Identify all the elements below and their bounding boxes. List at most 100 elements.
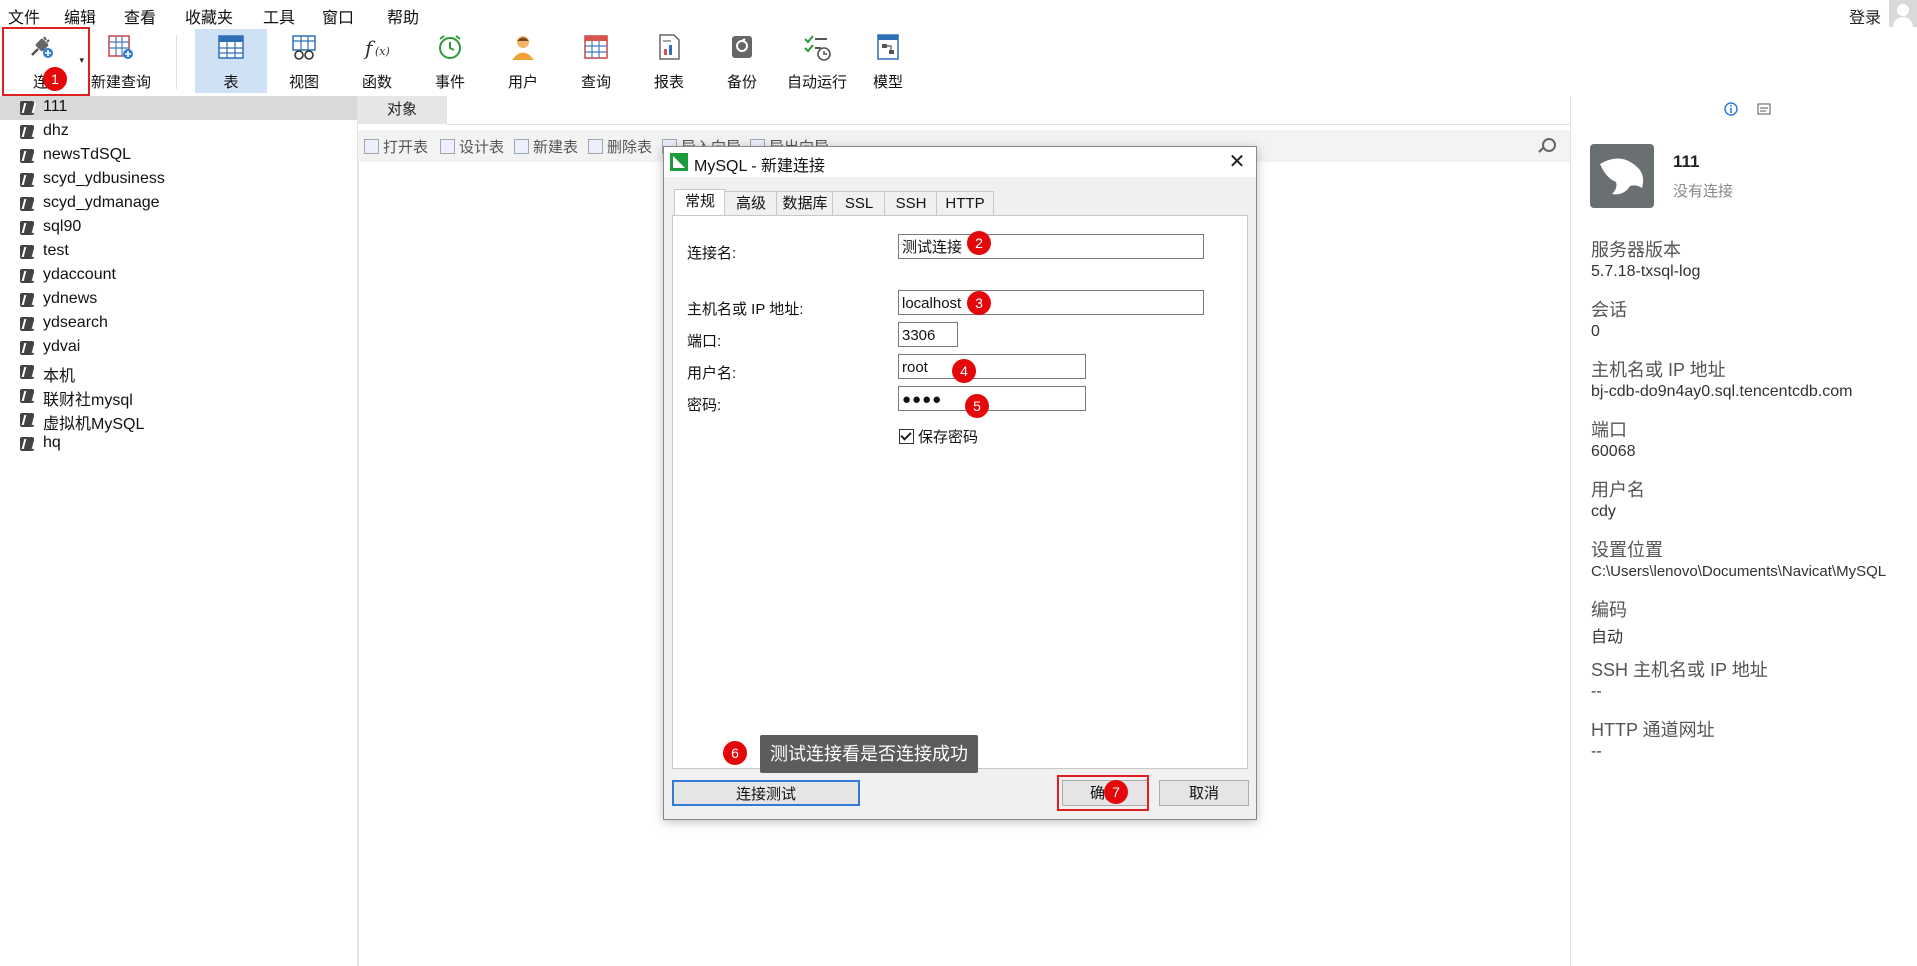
password-field[interactable]: ●●●● [898, 386, 1086, 411]
save-password-label: 保存密码 [918, 429, 979, 446]
menu-view[interactable]: 查看 [124, 4, 156, 28]
port-label: 端口 [1591, 420, 1627, 440]
encoding-label: 编码 [1591, 600, 1627, 620]
info-icon[interactable] [1724, 102, 1738, 116]
host-label: 主机名或 IP 地址 [1591, 360, 1726, 380]
connection-icon [20, 101, 34, 115]
host-value: bj-cdb-do9n4ay0.sql.tencentcdb.com [1591, 383, 1853, 400]
tree-item[interactable]: hq [0, 432, 357, 456]
mysql-dolphin-icon [1590, 144, 1654, 208]
tree-item[interactable]: scyd_ydmanage [0, 192, 357, 216]
table-label: 表 [223, 74, 239, 91]
tab-http[interactable]: HTTP [936, 191, 994, 216]
menu-tools[interactable]: 工具 [263, 4, 295, 28]
login-link[interactable]: 登录 [1849, 4, 1881, 28]
avatar-icon[interactable] [1889, 0, 1917, 28]
new-query-button[interactable]: 新建查询 [86, 29, 156, 93]
tree-item[interactable]: ydsearch [0, 312, 357, 336]
menu-help[interactable]: 帮助 [387, 4, 419, 28]
connection-icon [20, 125, 34, 139]
tree-item[interactable]: dhz [0, 120, 357, 144]
save-password-checkbox[interactable] [899, 429, 914, 444]
report-icon [659, 34, 680, 60]
menu-favorites[interactable]: 收藏夹 [185, 4, 233, 28]
report-button[interactable]: 报表 [633, 29, 705, 93]
menu-file[interactable]: 文件 [8, 4, 40, 28]
tree-item[interactable]: scyd_ydbusiness [0, 168, 357, 192]
model-label: 模型 [872, 74, 903, 91]
model-icon [877, 34, 899, 60]
tab-databases[interactable]: 数据库 [776, 191, 834, 216]
automation-button[interactable]: 自动运行 [779, 29, 855, 93]
tree-item[interactable]: ydaccount [0, 264, 357, 288]
delete-table-icon [588, 139, 603, 154]
query-button[interactable]: 查询 [560, 29, 632, 93]
event-button[interactable]: 事件 [414, 29, 486, 93]
connection-icon [20, 149, 34, 163]
tree-item[interactable]: 联财社mysql [0, 384, 357, 409]
menu-edit[interactable]: 编辑 [64, 4, 96, 28]
search-icon[interactable] [1542, 138, 1556, 152]
model-button[interactable]: 模型 [852, 29, 924, 93]
user-button[interactable]: 用户 [487, 29, 559, 93]
ssh-host-label: SSH 主机名或 IP 地址 [1591, 660, 1768, 680]
tree-item[interactable]: sql90 [0, 216, 357, 240]
svg-text:(x): (x) [375, 45, 390, 58]
tree-item[interactable]: ydnews [0, 288, 357, 312]
ddl-icon[interactable] [1757, 102, 1771, 116]
tab-ssl[interactable]: SSL [832, 191, 886, 216]
menu-bar: 文件 编辑 查看 收藏夹 工具 窗口 帮助 登录 [0, 0, 1917, 28]
tab-advanced[interactable]: 高级 [724, 191, 778, 216]
backup-icon [732, 36, 752, 58]
port-field[interactable]: 3306 [898, 322, 958, 347]
design-table-button[interactable]: 设计表 [440, 136, 504, 157]
dialog-title-bar[interactable]: MySQL - 新建连接 ✕ [664, 147, 1256, 177]
table-button[interactable]: 表 [195, 29, 267, 93]
tree-item[interactable]: test [0, 240, 357, 264]
open-table-icon [364, 139, 379, 154]
query-label: 查询 [580, 74, 611, 91]
tab-ssh[interactable]: SSH [884, 191, 938, 216]
ok-highlight-box [1057, 775, 1149, 811]
query-icon [584, 35, 608, 59]
alarm-clock-icon [439, 35, 461, 59]
close-icon[interactable]: ✕ [1224, 149, 1250, 175]
delete-table-button[interactable]: 删除表 [588, 136, 652, 157]
tree-item[interactable]: 本机 [0, 360, 357, 385]
new-connection-dialog: MySQL - 新建连接 ✕ 常规 高级 数据库 SSL SSH HTTP 连接… [663, 146, 1257, 820]
cancel-button[interactable]: 取消 [1159, 780, 1249, 806]
tree-item[interactable]: 111 [0, 96, 357, 120]
username-field[interactable]: root [898, 354, 1086, 379]
test-connection-button[interactable]: 连接测试 [672, 780, 860, 806]
event-label: 事件 [434, 74, 465, 91]
host-label: 主机名或 IP 地址: [687, 301, 804, 318]
tree-item[interactable]: ydvai [0, 336, 357, 360]
automation-icon [804, 35, 831, 61]
function-icon: f (x) [363, 36, 390, 60]
connection-tree: 111 dhz newsTdSQL scyd_ydbusiness scyd_y… [0, 96, 358, 966]
connection-name: 111 [1673, 152, 1700, 171]
tree-item[interactable]: 虚拟机MySQL [0, 408, 357, 433]
host-field[interactable]: localhost [898, 290, 1204, 315]
open-table-button[interactable]: 打开表 [364, 136, 428, 157]
ssh-host-value: -- [1591, 683, 1602, 700]
tab-objects[interactable]: 对象 [358, 96, 446, 124]
report-label: 报表 [653, 74, 684, 91]
backup-button[interactable]: 备份 [706, 29, 778, 93]
tree-item[interactable]: newsTdSQL [0, 144, 357, 168]
annotation-badge-6: 6 [723, 741, 747, 765]
test-connection-tooltip: 测试连接看是否连接成功 [760, 735, 978, 773]
toolbar-divider [176, 35, 177, 89]
location-label: 设置位置 [1591, 540, 1663, 560]
menu-window[interactable]: 窗口 [322, 4, 354, 28]
tab-general[interactable]: 常规 [674, 189, 726, 216]
conn-name-field[interactable]: 测试连接 [898, 234, 1204, 259]
view-button[interactable]: 视图 [268, 29, 340, 93]
connection-icon [20, 221, 34, 235]
view-label: 视图 [288, 74, 319, 91]
function-button[interactable]: f (x) 函数 [341, 29, 413, 93]
new-table-button[interactable]: 新建表 [514, 136, 578, 157]
user-label: 用户名 [1591, 480, 1645, 500]
connection-status: 没有连接 [1673, 183, 1734, 200]
server-version-value: 5.7.18-txsql-log [1591, 263, 1701, 280]
